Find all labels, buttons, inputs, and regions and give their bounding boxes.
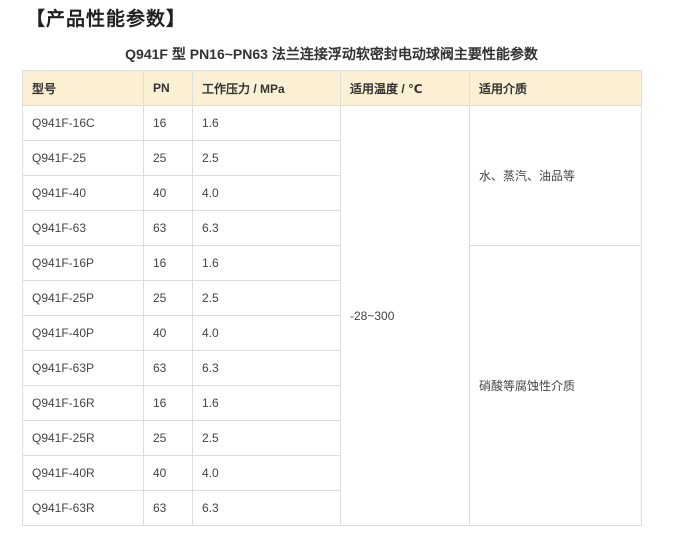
cell-pn: 25 [143,280,193,316]
cell-pn: 40 [143,455,193,491]
cell-pn: 63 [143,350,193,386]
cell-pressure: 1.6 [192,385,341,421]
cell-media-corrosive: 硝酸等腐蚀性介质 [469,245,642,526]
table-row: Q941F-16C 16 1.6 -28~300 水、蒸汽、油品等 [22,105,642,526]
cell-pn: 40 [143,175,193,211]
cell-model: Q941F-40 [22,175,144,211]
cell-pressure: 4.0 [192,315,341,351]
cell-model: Q941F-63 [22,210,144,246]
cell-model: Q941F-25R [22,420,144,456]
cell-pn: 16 [143,385,193,421]
cell-model: Q941F-63P [22,350,144,386]
cell-model: Q941F-25P [22,280,144,316]
header-model: 型号 [22,70,144,106]
table-row: Q941F-16P 16 1.6 硝酸等腐蚀性介质 [22,245,642,526]
cell-pressure: 6.3 [192,490,341,526]
header-pn: PN [143,70,193,106]
cell-pn: 16 [143,245,193,281]
header-pressure: 工作压力 / MPa [192,70,341,106]
cell-pressure: 4.0 [192,455,341,491]
cell-model: Q941F-16R [22,385,144,421]
cell-pn: 40 [143,315,193,351]
section-title: 【产品性能参数】 [26,9,187,30]
cell-model: Q941F-16C [22,105,144,141]
table-caption: Q941F 型 PN16~PN63 法兰连接浮动软密封电动球阀主要性能参数 [125,46,538,62]
cell-model: Q941F-16P [22,245,144,281]
header-media: 适用介质 [469,70,642,106]
cell-pn: 16 [143,105,193,141]
cell-model: Q941F-40P [22,315,144,351]
cell-model: Q941F-40R [22,455,144,491]
cell-pn: 25 [143,420,193,456]
cell-pressure: 1.6 [192,105,341,141]
cell-pn: 63 [143,210,193,246]
cell-pressure: 1.6 [192,245,341,281]
cell-model: Q941F-63R [22,490,144,526]
cell-pressure: 6.3 [192,210,341,246]
table-header-row: 型号 PN 工作压力 / MPa 适用温度 / ℃ 适用介质 [22,70,642,106]
cell-pressure: 6.3 [192,350,341,386]
cell-pn: 25 [143,140,193,176]
cell-pn: 63 [143,490,193,526]
spec-table: 型号 PN 工作压力 / MPa 适用温度 / ℃ 适用介质 Q941F-16C… [22,70,642,526]
cell-pressure: 4.0 [192,175,341,211]
cell-media-general: 水、蒸汽、油品等 [469,105,642,246]
header-temperature: 适用温度 / ℃ [340,70,470,106]
cell-pressure: 2.5 [192,280,341,316]
cell-model: Q941F-25 [22,140,144,176]
cell-pressure: 2.5 [192,140,341,176]
cell-pressure: 2.5 [192,420,341,456]
cell-temperature: -28~300 [340,105,470,526]
